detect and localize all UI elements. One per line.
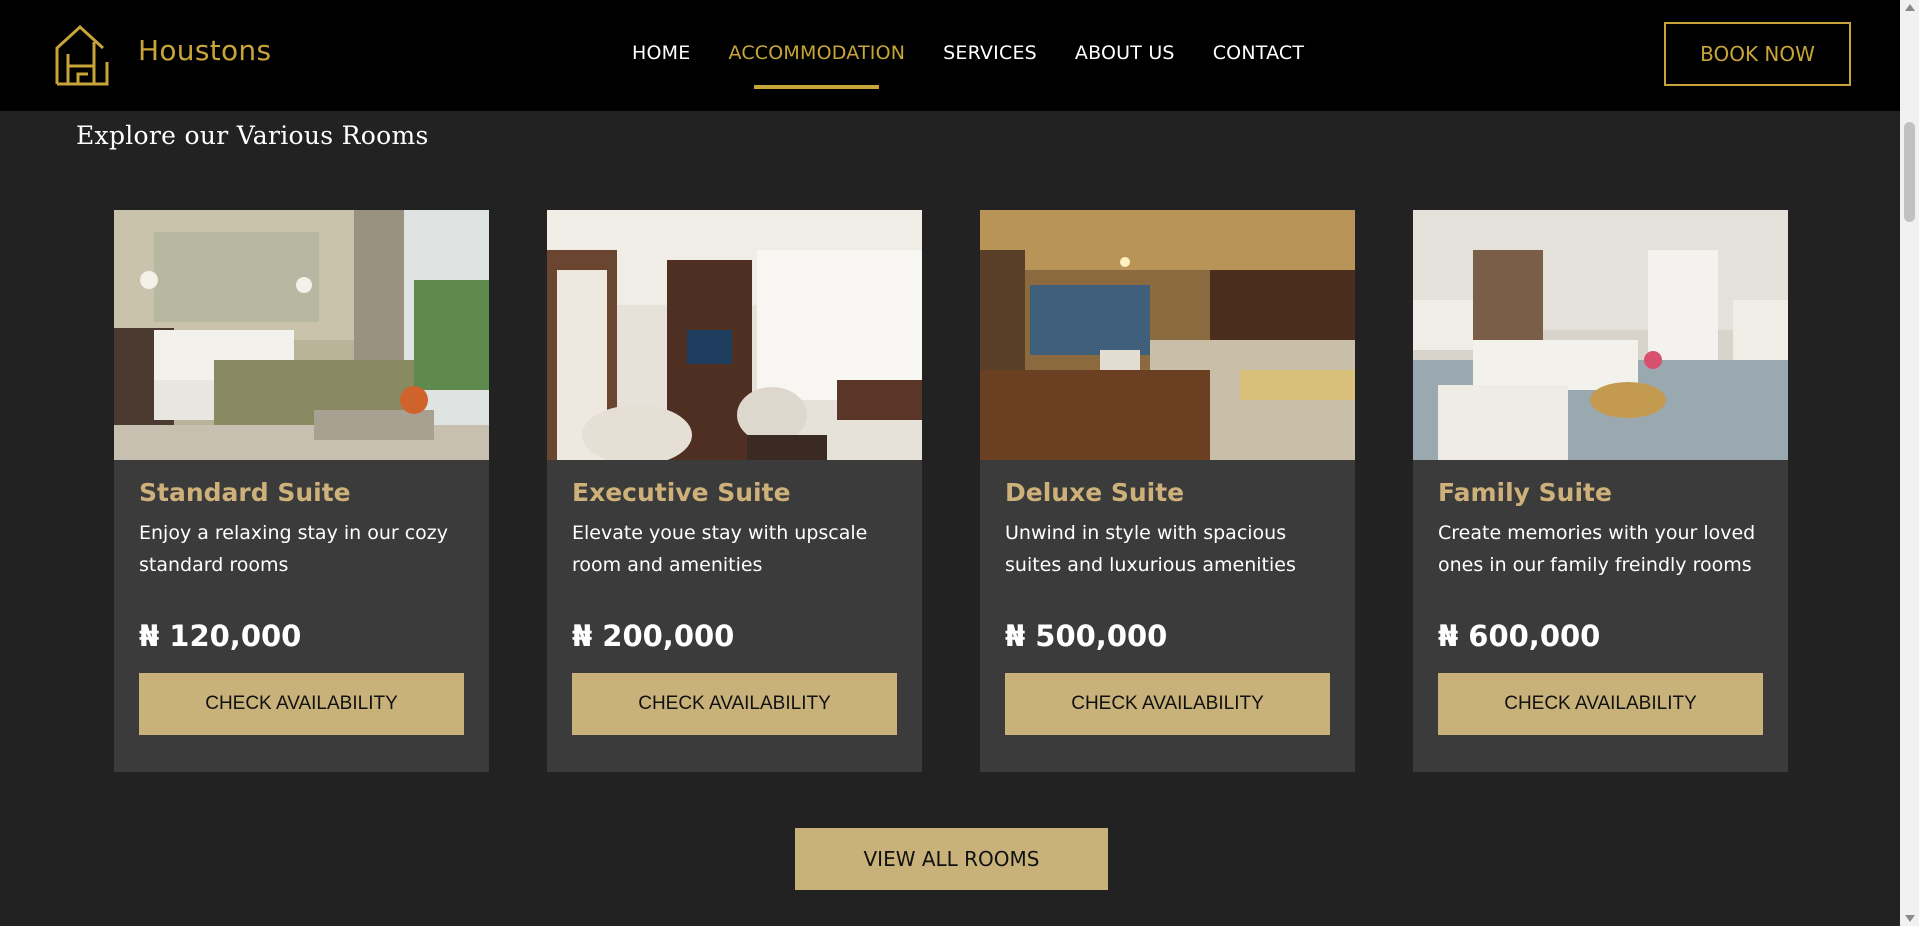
check-availability-button[interactable]: CHECK AVAILABILITY — [572, 673, 897, 735]
room-card-family: Family Suite Create memories with your l… — [1413, 210, 1788, 772]
room-name: Standard Suite — [139, 478, 351, 507]
check-availability-button[interactable]: CHECK AVAILABILITY — [1005, 673, 1330, 735]
brand-name[interactable]: Houstons — [138, 34, 271, 67]
section-title: Explore our Various Rooms — [76, 121, 429, 150]
room-name: Executive Suite — [572, 478, 791, 507]
main-nav: HOME ACCOMMODATION SERVICES ABOUT US CON… — [632, 42, 1305, 89]
site-header: Houstons HOME ACCOMMODATION SERVICES ABO… — [0, 0, 1900, 111]
room-description: Enjoy a relaxing stay in our cozy standa… — [139, 522, 449, 576]
check-availability-button[interactable]: CHECK AVAILABILITY — [1438, 673, 1763, 735]
room-card-standard: Standard Suite Enjoy a relaxing stay in … — [114, 210, 489, 772]
view-all-rooms-button[interactable]: VIEW ALL ROOMS — [795, 828, 1108, 890]
house-h-logo-icon[interactable] — [54, 24, 110, 86]
room-description: Unwind in style with spacious suites and… — [1005, 522, 1296, 576]
book-now-button[interactable]: BOOK NOW — [1664, 22, 1851, 86]
room-name: Deluxe Suite — [1005, 478, 1185, 507]
executive-suite-room-photo — [547, 210, 922, 460]
scrollbar-thumb[interactable] — [1904, 122, 1915, 222]
room-price: ₦ 120,000 — [139, 619, 302, 653]
deluxe-suite-room-photo — [980, 210, 1355, 460]
room-price: ₦ 500,000 — [1005, 619, 1168, 653]
nav-about-us[interactable]: ABOUT US — [1075, 42, 1175, 64]
nav-home[interactable]: HOME — [632, 42, 690, 64]
standard-suite-room-photo — [114, 210, 489, 460]
family-suite-room-photo — [1413, 210, 1788, 460]
room-name: Family Suite — [1438, 478, 1612, 507]
room-cards: Standard Suite Enjoy a relaxing stay in … — [114, 210, 1788, 772]
room-card-deluxe: Deluxe Suite Unwind in style with spacio… — [980, 210, 1355, 772]
nav-contact[interactable]: CONTACT — [1213, 42, 1305, 64]
room-price: ₦ 600,000 — [1438, 619, 1601, 653]
scroll-down-arrow-icon[interactable] — [1905, 915, 1915, 922]
page-scrollbar[interactable] — [1900, 0, 1919, 926]
nav-services[interactable]: SERVICES — [943, 42, 1037, 64]
room-description: Elevate youe stay with upscale room and … — [572, 522, 868, 576]
room-description: Create memories with your loved ones in … — [1438, 522, 1756, 576]
room-price: ₦ 200,000 — [572, 619, 735, 653]
room-card-executive: Executive Suite Elevate youe stay with u… — [547, 210, 922, 772]
scroll-up-arrow-icon[interactable] — [1905, 4, 1915, 11]
check-availability-button[interactable]: CHECK AVAILABILITY — [139, 673, 464, 735]
nav-accommodation[interactable]: ACCOMMODATION — [728, 42, 905, 89]
